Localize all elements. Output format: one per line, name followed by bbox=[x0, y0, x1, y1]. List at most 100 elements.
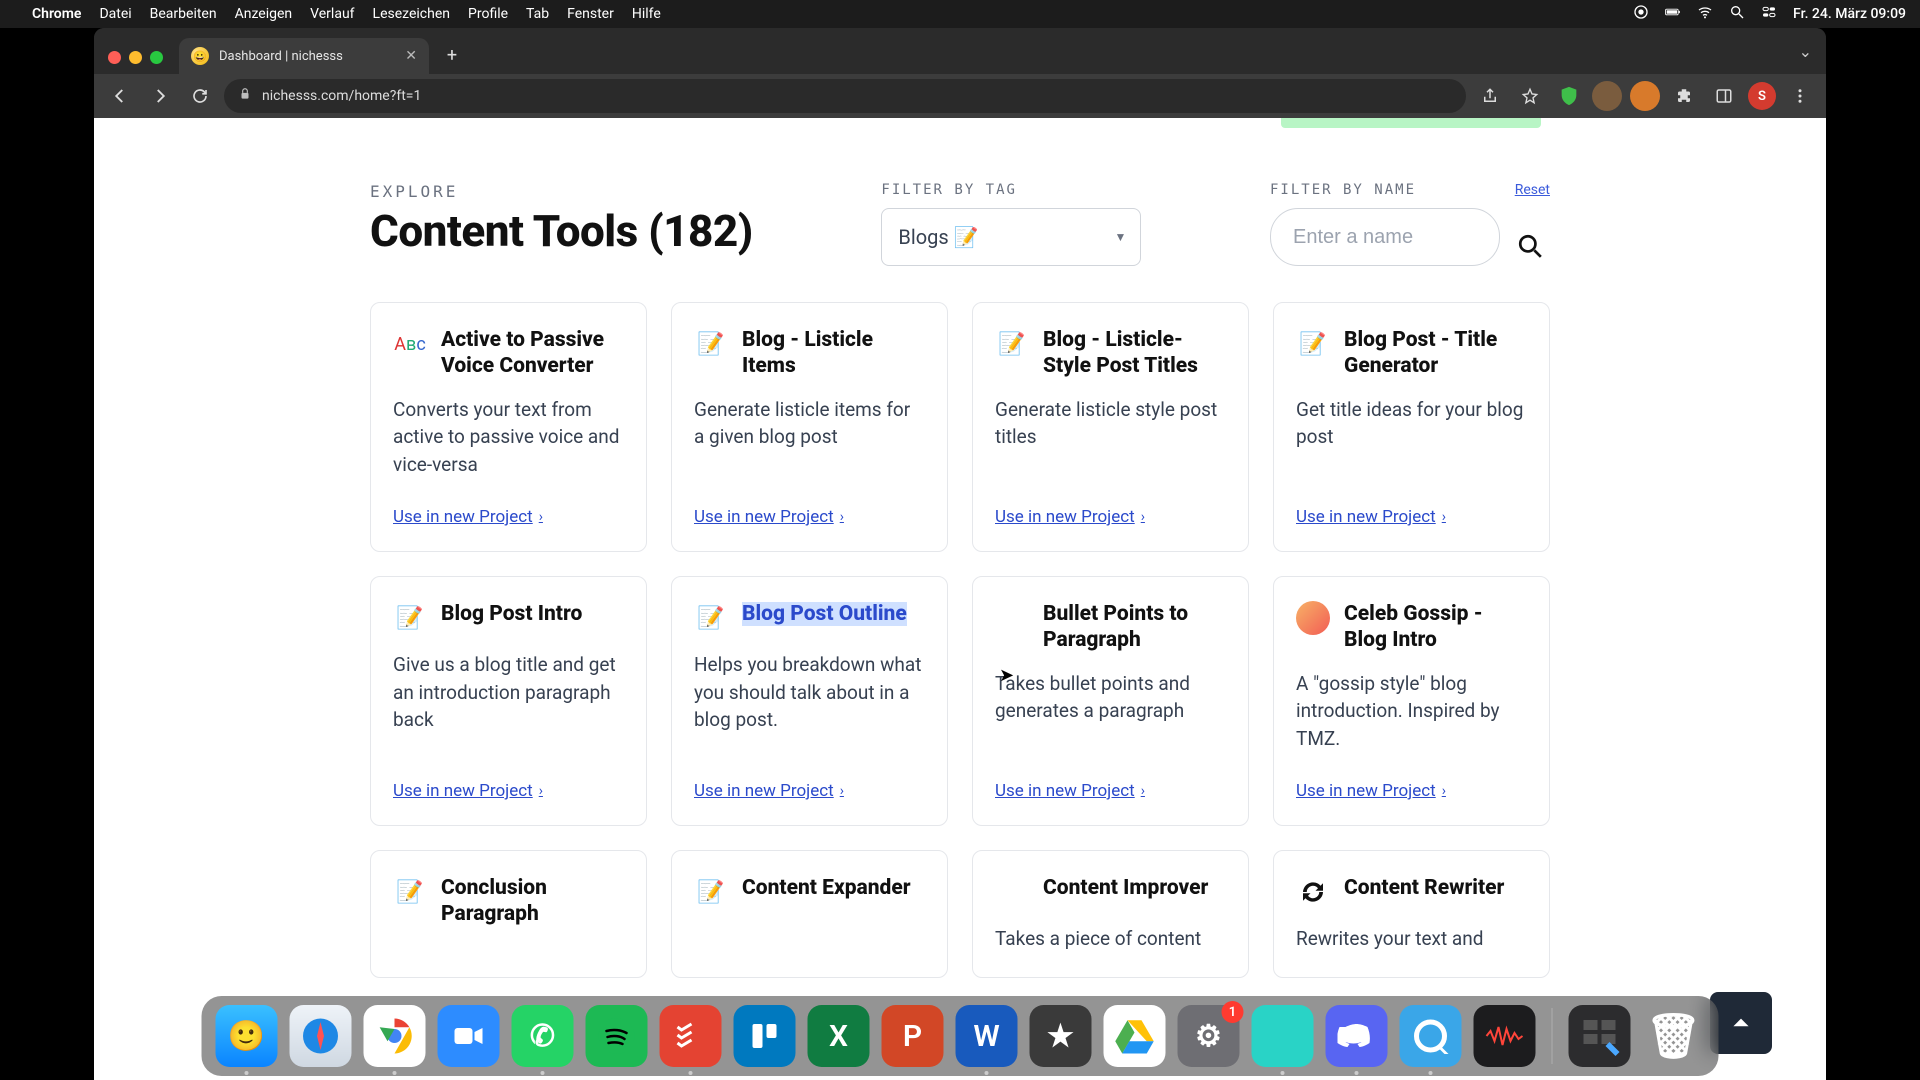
macos-menubar: Chrome Datei Bearbeiten Anzeigen Verlauf… bbox=[0, 0, 1920, 28]
menu-hilfe[interactable]: Hilfe bbox=[632, 6, 661, 22]
tab-close-icon[interactable]: ✕ bbox=[405, 48, 417, 64]
extension-icon-1[interactable] bbox=[1592, 81, 1622, 111]
menu-verlauf[interactable]: Verlauf bbox=[310, 6, 354, 22]
bookmark-button[interactable] bbox=[1514, 80, 1546, 112]
use-in-project-link[interactable]: Use in new Project › bbox=[694, 781, 925, 801]
menu-profile[interactable]: Profile bbox=[468, 6, 508, 22]
dock-imovie[interactable]: ★ bbox=[1030, 1005, 1092, 1067]
battery-icon[interactable] bbox=[1665, 4, 1681, 24]
scroll-top-button[interactable] bbox=[1710, 992, 1772, 1054]
tool-card[interactable]: 📝 Blog - Listicle Items Generate listicl… bbox=[671, 302, 948, 552]
page-title: Content Tools (182) bbox=[370, 205, 753, 257]
tool-card[interactable]: Bullet Points to Paragraph Takes bullet … bbox=[972, 576, 1249, 826]
dock-whatsapp[interactable]: ✆ bbox=[512, 1005, 574, 1067]
record-icon[interactable] bbox=[1633, 4, 1649, 24]
dock-trello[interactable] bbox=[734, 1005, 796, 1067]
dock-chrome[interactable] bbox=[364, 1005, 426, 1067]
url-text: nichesss.com/home?ft=1 bbox=[262, 88, 421, 104]
chevron-right-icon: › bbox=[840, 783, 844, 799]
dock-safari[interactable] bbox=[290, 1005, 352, 1067]
use-in-project-link[interactable]: Use in new Project › bbox=[393, 507, 624, 527]
tool-card[interactable]: Celeb Gossip - Blog Intro A "gossip styl… bbox=[1273, 576, 1550, 826]
chevron-right-icon: › bbox=[539, 509, 543, 525]
menu-fenster[interactable]: Fenster bbox=[567, 6, 614, 22]
tool-card[interactable]: 📝 Blog Post - Title Generator Get title … bbox=[1273, 302, 1550, 552]
dock-powerpoint[interactable]: P bbox=[882, 1005, 944, 1067]
dock-discord[interactable] bbox=[1326, 1005, 1388, 1067]
control-center-icon[interactable] bbox=[1761, 4, 1777, 24]
new-tab-button[interactable]: + bbox=[437, 40, 467, 70]
sidepanel-button[interactable] bbox=[1708, 80, 1740, 112]
browser-tab[interactable]: 😀 Dashboard | nichesss ✕ bbox=[179, 38, 429, 74]
share-button[interactable] bbox=[1474, 80, 1506, 112]
tool-description: Takes bullet points and generates a para… bbox=[995, 670, 1226, 764]
spotlight-icon[interactable] bbox=[1729, 4, 1745, 24]
page-viewport: EXPLORE Content Tools (182) FILTER BY TA… bbox=[94, 118, 1826, 1080]
dock-voice-memos[interactable] bbox=[1474, 1005, 1536, 1067]
search-button[interactable] bbox=[1510, 226, 1550, 266]
dock-app-teal[interactable] bbox=[1252, 1005, 1314, 1067]
tool-icon: 📝 bbox=[694, 327, 728, 361]
extensions-button[interactable] bbox=[1668, 80, 1700, 112]
reload-button[interactable] bbox=[184, 80, 216, 112]
back-button[interactable] bbox=[104, 80, 136, 112]
tool-card[interactable]: Content Improver Takes a piece of conten… bbox=[972, 850, 1249, 978]
reset-link[interactable]: Reset bbox=[1515, 182, 1550, 198]
dock-word[interactable]: W bbox=[956, 1005, 1018, 1067]
chevron-up-icon bbox=[1728, 1010, 1754, 1036]
tool-card[interactable]: 📝 Conclusion Paragraph bbox=[370, 850, 647, 978]
tool-card[interactable]: Content Rewriter Rewrites your text and bbox=[1273, 850, 1550, 978]
dock-finder[interactable]: 🙂 bbox=[216, 1005, 278, 1067]
forward-button[interactable] bbox=[144, 80, 176, 112]
use-in-project-link[interactable]: Use in new Project › bbox=[995, 507, 1226, 527]
dock-drive[interactable] bbox=[1104, 1005, 1166, 1067]
menubar-clock[interactable]: Fr. 24. März 09:09 bbox=[1793, 6, 1906, 22]
address-bar[interactable]: nichesss.com/home?ft=1 bbox=[224, 79, 1466, 113]
dock-zoom[interactable] bbox=[438, 1005, 500, 1067]
tool-icon: 📝 bbox=[694, 601, 728, 635]
extension-icon-2[interactable] bbox=[1630, 81, 1660, 111]
wifi-icon[interactable] bbox=[1697, 4, 1713, 24]
menubar-app-name[interactable]: Chrome bbox=[32, 6, 81, 22]
tool-description: Takes a piece of content bbox=[995, 925, 1226, 953]
minimize-window-button[interactable] bbox=[129, 51, 142, 64]
tool-title: Content Expander bbox=[742, 875, 911, 901]
close-window-button[interactable] bbox=[108, 51, 121, 64]
dock-mission-control[interactable] bbox=[1569, 1005, 1631, 1067]
menu-tab[interactable]: Tab bbox=[526, 6, 549, 22]
tool-card[interactable]: 📝 Content Expander bbox=[671, 850, 948, 978]
tool-title: Blog Post - Title Generator bbox=[1344, 327, 1527, 380]
dock-excel[interactable]: X bbox=[808, 1005, 870, 1067]
chrome-menu-button[interactable] bbox=[1784, 80, 1816, 112]
tool-title: Blog - Listicle Items bbox=[742, 327, 925, 380]
use-in-project-link[interactable]: Use in new Project › bbox=[1296, 507, 1527, 527]
search-input[interactable] bbox=[1270, 208, 1500, 266]
use-in-project-link[interactable]: Use in new Project › bbox=[995, 781, 1226, 801]
tool-title: Celeb Gossip - Blog Intro bbox=[1344, 601, 1527, 654]
tool-card[interactable]: 📝 Blog Post Intro Give us a blog title a… bbox=[370, 576, 647, 826]
use-in-project-link[interactable]: Use in new Project › bbox=[694, 507, 925, 527]
tabs-dropdown-icon[interactable]: ⌄ bbox=[1799, 42, 1812, 61]
dock-quicktime[interactable] bbox=[1400, 1005, 1462, 1067]
menu-lesezeichen[interactable]: Lesezeichen bbox=[373, 6, 450, 22]
dock-trash[interactable]: 🗑 bbox=[1643, 1005, 1705, 1067]
dock-todoist[interactable] bbox=[660, 1005, 722, 1067]
profile-avatar[interactable]: S bbox=[1748, 82, 1776, 110]
tool-card[interactable]: Aвc Active to Passive Voice Converter Co… bbox=[370, 302, 647, 552]
menu-datei[interactable]: Datei bbox=[99, 6, 131, 22]
menu-bearbeiten[interactable]: Bearbeiten bbox=[150, 6, 217, 22]
use-in-project-link[interactable]: Use in new Project › bbox=[1296, 781, 1527, 801]
extension-shield-icon[interactable] bbox=[1554, 81, 1584, 111]
tool-card[interactable]: 📝 Blog - Listicle-Style Post Titles Gene… bbox=[972, 302, 1249, 552]
tool-card[interactable]: 📝 Blog Post Outline Helps you breakdown … bbox=[671, 576, 948, 826]
use-in-project-link[interactable]: Use in new Project › bbox=[393, 781, 624, 801]
filter-tag-select[interactable]: Blogs 📝 ▼ bbox=[881, 208, 1141, 266]
fullscreen-window-button[interactable] bbox=[150, 51, 163, 64]
menu-anzeigen[interactable]: Anzeigen bbox=[235, 6, 293, 22]
chevron-down-icon: ▼ bbox=[1115, 230, 1127, 244]
chevron-right-icon: › bbox=[539, 783, 543, 799]
tool-description: Converts your text from active to passiv… bbox=[393, 396, 624, 490]
dock-spotify[interactable] bbox=[586, 1005, 648, 1067]
dock-settings[interactable]: ⚙1 bbox=[1178, 1005, 1240, 1067]
tool-description: Generate listicle items for a given blog… bbox=[694, 396, 925, 490]
